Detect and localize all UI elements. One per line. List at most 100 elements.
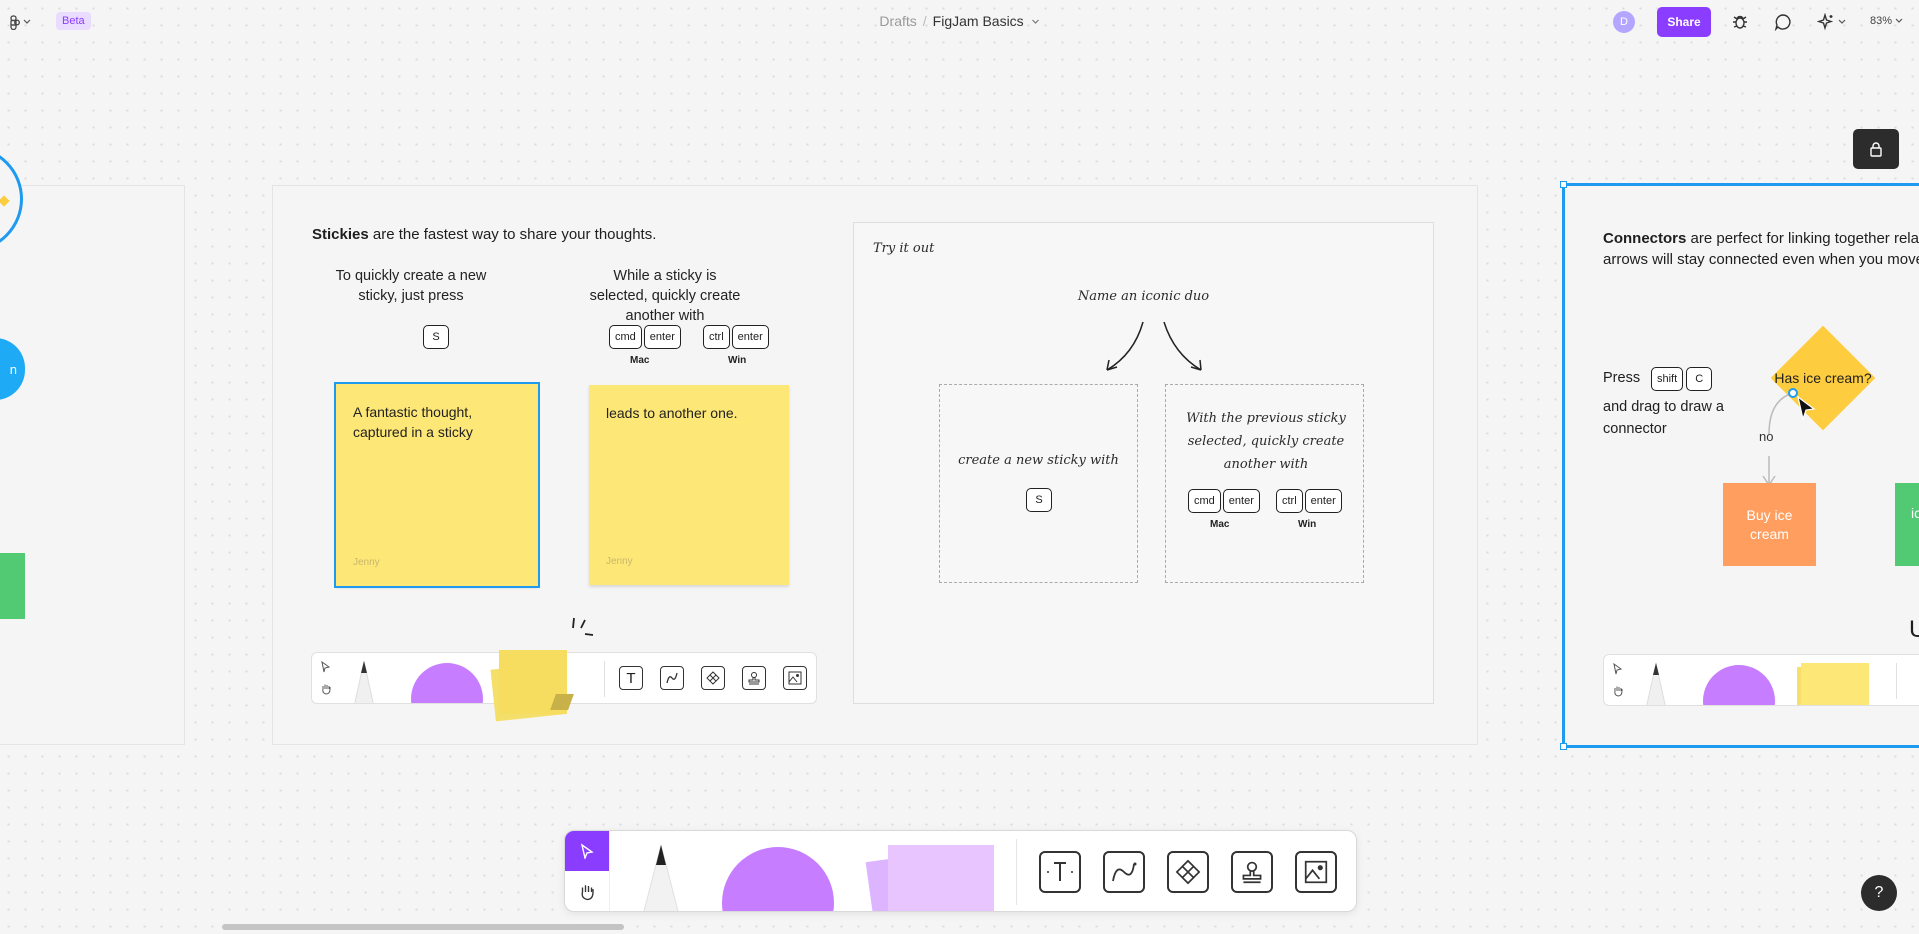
win-shortcut: ctrl enter (703, 325, 769, 349)
key-c: C (1686, 367, 1713, 391)
key-enter: enter (731, 325, 769, 349)
file-name[interactable]: FigJam Basics (933, 13, 1024, 29)
bug-icon[interactable] (1728, 10, 1752, 34)
chevron-down-icon (1838, 19, 1845, 24)
share-button[interactable]: Share (1657, 7, 1711, 37)
section-heading: Stickies are the fastest way to share yo… (312, 226, 656, 243)
left-section-partial[interactable]: n (0, 146, 185, 745)
top-bar: Beta Drafts / FigJam Basics D Share 83% (0, 0, 1919, 44)
heading-bold: Stickies (312, 226, 369, 243)
heading-text: are the fastest way to share your though… (368, 226, 657, 243)
win-shortcut: ctrl enter (1276, 489, 1342, 513)
sticky-pop-illustration (490, 636, 574, 722)
connector-tool-button[interactable] (1103, 851, 1145, 893)
shape-tool[interactable] (722, 847, 834, 911)
cursor-icon (321, 661, 331, 673)
left-caption: To quickly create a new sticky, just pre… (335, 268, 487, 304)
key-label: S (1026, 488, 1052, 512)
resize-handle[interactable] (1560, 743, 1567, 750)
key-enter: enter (1304, 489, 1342, 513)
select-tool-button[interactable] (565, 831, 609, 871)
pill-text-fragment: n (9, 362, 17, 377)
green-shape[interactable] (0, 553, 25, 619)
pop-burst-icon (572, 617, 594, 636)
image-icon (1304, 860, 1328, 884)
circle-shape[interactable] (0, 146, 23, 252)
diamond-label: Has ice cream? (1774, 370, 1872, 386)
press-label: Press (1603, 370, 1641, 386)
image-tool-button[interactable] (1295, 851, 1337, 893)
sticky-note-selected[interactable]: A fantastic thought, captured in a stick… (334, 382, 540, 588)
sticky-tool[interactable] (888, 845, 994, 911)
divider (604, 661, 605, 697)
ai-sparkle-menu[interactable] (1813, 10, 1849, 34)
sticky-note[interactable]: leads to another one. Jenny (589, 385, 789, 585)
key-label: S (423, 325, 449, 349)
duo-prompt: Name an iconic duo (1077, 289, 1210, 304)
text-fragment: U (1909, 616, 1919, 643)
marker-tool[interactable] (639, 843, 683, 911)
connectors-section[interactable]: Connectors are perfect for linking toget… (1560, 181, 1919, 750)
stickies-section[interactable]: Stickies are the fastest way to share yo… (272, 185, 1478, 745)
divider (609, 831, 610, 911)
shift-c-shortcut: shift C (1651, 367, 1713, 391)
mac-label: Mac (630, 355, 650, 366)
circle-shape-tool (411, 663, 483, 703)
mac-label: Mac (1210, 519, 1230, 530)
try-sticky-box-1[interactable]: create a new sticky with S (939, 384, 1138, 583)
mini-toolbar-illustration (1603, 654, 1919, 706)
breadcrumb-drafts[interactable]: Drafts (879, 13, 916, 29)
text-tool-button[interactable] (1039, 851, 1081, 893)
breadcrumb-separator: / (922, 13, 927, 29)
comment-icon[interactable] (1771, 10, 1795, 34)
circle-shape-tool (1703, 665, 1775, 705)
image-icon (783, 666, 807, 690)
key-cmd: cmd (1188, 489, 1221, 513)
box-label: ic (1911, 505, 1919, 521)
key-ctrl: ctrl (1276, 489, 1303, 513)
lock-button[interactable] (1853, 129, 1899, 169)
mac-shortcut: cmd enter (609, 325, 681, 349)
connector-icon (1112, 862, 1137, 882)
key-s: S (1026, 488, 1052, 512)
chevron-down-icon (1895, 18, 1903, 23)
buy-ice-cream-box[interactable]: Buy ice cream (1723, 483, 1816, 566)
sticky-author: Jenny (353, 557, 380, 568)
cursor-icon (580, 843, 594, 859)
cursor-icon (1797, 395, 1816, 421)
sticky-text: A fantastic thought, captured in a stick… (353, 404, 473, 440)
mac-shortcut: cmd enter (1188, 489, 1260, 513)
sparkle-icon (1816, 13, 1833, 31)
pen-icon (354, 660, 374, 703)
avatar[interactable]: D (1613, 11, 1635, 33)
text-icon (1047, 862, 1073, 881)
resize-handle[interactable] (1560, 181, 1567, 188)
section-heading: Connectors are perfect for linking toget… (1603, 228, 1919, 270)
lock-icon (1870, 142, 1882, 157)
try-it-out-frame[interactable]: Try it out Name an iconic duo create a n… (853, 222, 1434, 704)
hand-icon (1614, 686, 1623, 697)
zoom-level[interactable]: 83% (1870, 15, 1903, 27)
connector-instruction: and drag to draw a connector (1603, 399, 1724, 437)
win-label: Win (1298, 519, 1317, 530)
chevron-down-icon[interactable] (1031, 19, 1040, 25)
hand-icon (322, 684, 331, 695)
hand-tool-button[interactable] (565, 872, 609, 911)
horizontal-scrollbar[interactable] (222, 924, 624, 930)
sticky-tool (1801, 663, 1869, 705)
stamp-tool-button[interactable] (1231, 851, 1273, 893)
main-toolbar (564, 830, 1357, 912)
key-s: S (423, 325, 449, 349)
components-tool-button[interactable] (1167, 851, 1209, 893)
cursor-icon (1613, 663, 1623, 675)
stamp-icon (742, 666, 766, 690)
blue-pill-shape[interactable]: n (0, 338, 25, 400)
pen-icon (1646, 662, 1666, 705)
win-label: Win (728, 355, 747, 366)
try-sticky-box-2[interactable]: With the previous sticky selected, quick… (1165, 384, 1364, 583)
help-button[interactable]: ? (1861, 875, 1897, 911)
curved-arrows (1106, 321, 1202, 371)
key-cmd: cmd (609, 325, 642, 349)
components-icon (1175, 859, 1201, 885)
green-box[interactable]: ic (1895, 483, 1919, 566)
